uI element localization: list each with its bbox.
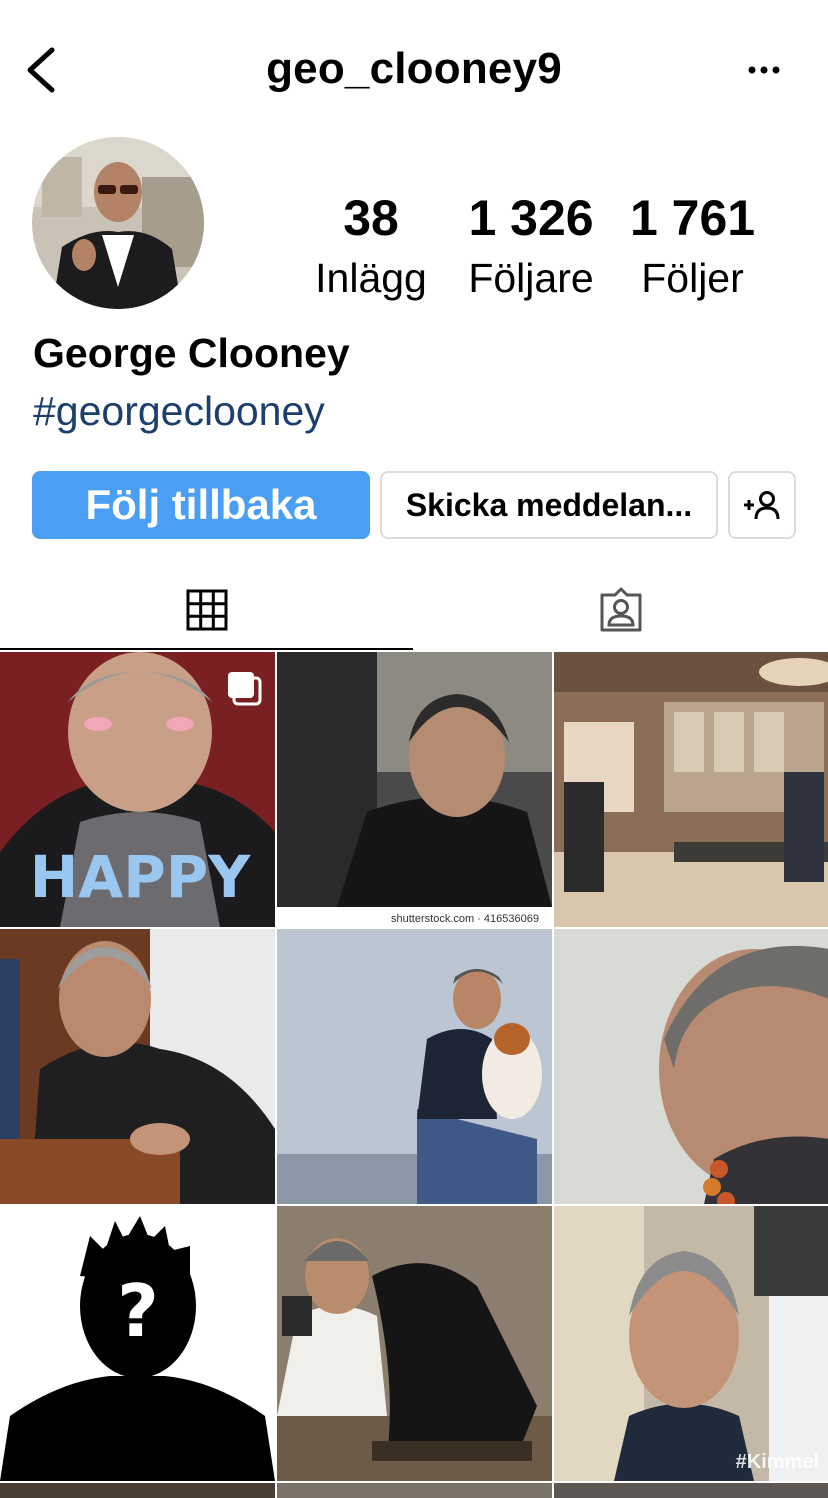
post-thumbnail[interactable] xyxy=(554,1483,828,1498)
tab-grid[interactable] xyxy=(0,570,413,650)
follow-back-button[interactable]: Följ tillbaka xyxy=(32,471,370,539)
top-bar: geo_clooney9 xyxy=(0,0,828,140)
tagged-person-icon xyxy=(600,587,641,632)
post-thumbnail[interactable] xyxy=(554,652,828,927)
suggested-users-button[interactable] xyxy=(728,471,796,539)
post-thumbnail[interactable] xyxy=(0,929,275,1204)
active-tab-indicator xyxy=(0,648,413,650)
stat-following-label: Följer xyxy=(641,255,744,301)
add-user-icon xyxy=(744,491,780,520)
message-button[interactable]: Skicka meddelan... xyxy=(380,471,718,539)
post-thumbnail[interactable] xyxy=(277,1483,552,1498)
stat-followers[interactable]: 1 326 Följare xyxy=(455,188,607,306)
stat-following[interactable]: 1 761 Följer xyxy=(620,188,765,306)
post-overlay-text: HAPPY xyxy=(30,843,251,911)
stat-followers-label: Följare xyxy=(468,255,594,301)
tab-tagged[interactable] xyxy=(413,570,828,650)
post-caption: shutterstock.com · 416536069 xyxy=(391,913,539,925)
post-watermark: #Kimmel xyxy=(736,1451,819,1473)
bio-hashtag-link[interactable]: #georgeclooney xyxy=(33,388,325,435)
post-overlay-text: ? xyxy=(117,1269,159,1353)
post-thumbnail[interactable]: #Kimmel xyxy=(554,1206,828,1481)
stat-posts-count: 38 xyxy=(343,190,399,246)
post-thumbnail[interactable]: shutterstock.com · 416536069 xyxy=(277,652,552,927)
profile-username: geo_clooney9 xyxy=(266,44,562,93)
post-thumbnail[interactable]: HAPPY xyxy=(0,652,275,927)
stat-posts-label: Inlägg xyxy=(315,255,427,301)
chevron-left-icon[interactable] xyxy=(22,44,62,96)
post-thumbnail[interactable]: ? xyxy=(0,1206,275,1481)
post-thumbnail[interactable] xyxy=(277,929,552,1204)
post-thumbnail[interactable] xyxy=(277,1206,552,1481)
post-thumbnail[interactable] xyxy=(554,929,828,1204)
more-horizontal-icon[interactable] xyxy=(744,60,784,80)
display-name: George Clooney xyxy=(33,330,350,376)
stat-posts[interactable]: 38 Inlägg xyxy=(305,188,437,306)
stat-following-count: 1 761 xyxy=(629,190,756,246)
stat-followers-count: 1 326 xyxy=(468,190,594,246)
avatar[interactable] xyxy=(32,137,204,309)
post-thumbnail[interactable] xyxy=(0,1483,275,1498)
grid-icon xyxy=(186,589,227,631)
